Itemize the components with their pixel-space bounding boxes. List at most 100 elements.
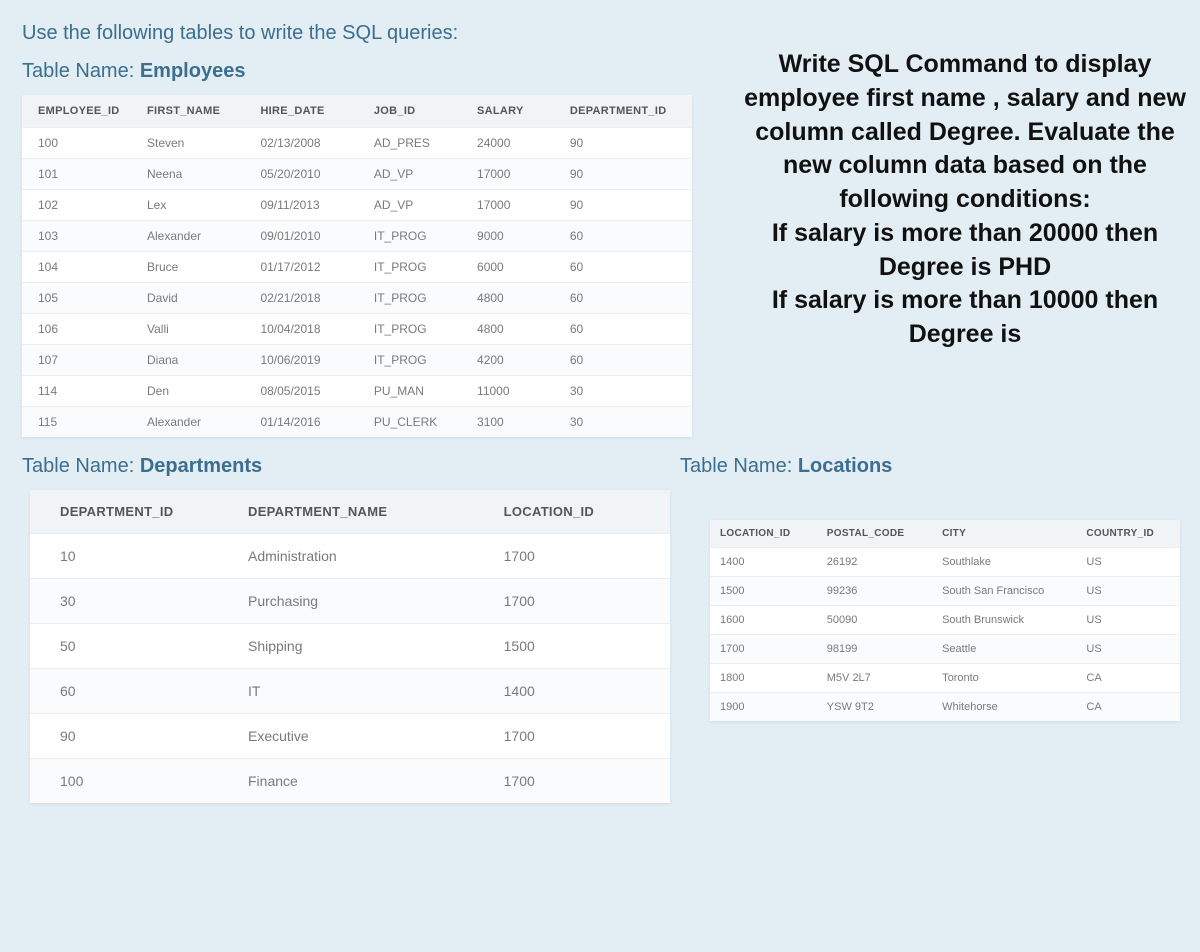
cell: Toronto xyxy=(932,664,1076,693)
table-row: 160050090South BrunswickUS xyxy=(710,606,1180,635)
cell: South Brunswick xyxy=(932,606,1076,635)
cell: 60 xyxy=(30,669,230,714)
cell: US xyxy=(1076,635,1180,664)
cell: 114 xyxy=(22,376,135,407)
table-row: 104Bruce01/17/2012IT_PROG600060 xyxy=(22,252,692,283)
cell: 100 xyxy=(30,759,230,804)
table-row: 60IT1400 xyxy=(30,669,670,714)
cell: 4800 xyxy=(465,283,558,314)
label-departments: Table Name: Departments xyxy=(22,455,262,478)
cell: IT_PROG xyxy=(362,221,465,252)
col-header: DEPARTMENT_ID xyxy=(558,95,692,128)
col-header: CITY xyxy=(932,520,1076,548)
label-locations: Table Name: Locations xyxy=(680,455,892,478)
col-header: LOCATION_ID xyxy=(710,520,817,548)
table-row: 1900YSW 9T2WhitehorseCA xyxy=(710,693,1180,722)
cell: 1600 xyxy=(710,606,817,635)
cell: 50090 xyxy=(817,606,932,635)
table-row: 105David02/21/2018IT_PROG480060 xyxy=(22,283,692,314)
cell: AD_PRES xyxy=(362,128,465,159)
cell: 9000 xyxy=(465,221,558,252)
cell: 11000 xyxy=(465,376,558,407)
cell: 90 xyxy=(558,159,692,190)
cell: 05/20/2010 xyxy=(248,159,361,190)
label-prefix: Table Name: xyxy=(22,60,140,82)
cell: 50 xyxy=(30,624,230,669)
cell: 6000 xyxy=(465,252,558,283)
cell: 3100 xyxy=(465,407,558,438)
cell: 1500 xyxy=(486,624,670,669)
cell: PU_CLERK xyxy=(362,407,465,438)
table-row: 150099236South San FranciscoUS xyxy=(710,577,1180,606)
cell: 100 xyxy=(22,128,135,159)
cell: IT_PROG xyxy=(362,283,465,314)
cell: Bruce xyxy=(135,252,248,283)
cell: 60 xyxy=(558,283,692,314)
cell: CA xyxy=(1076,693,1180,722)
cell: 10/06/2019 xyxy=(248,345,361,376)
col-header: POSTAL_CODE xyxy=(817,520,932,548)
cell: AD_VP xyxy=(362,159,465,190)
cell: 1400 xyxy=(710,548,817,577)
table-row: 101Neena05/20/2010AD_VP1700090 xyxy=(22,159,692,190)
cell: 4200 xyxy=(465,345,558,376)
cell: M5V 2L7 xyxy=(817,664,932,693)
cell: Valli xyxy=(135,314,248,345)
cell: IT xyxy=(230,669,486,714)
cell: Whitehorse xyxy=(932,693,1076,722)
table-row: 10Administration1700 xyxy=(30,534,670,579)
question-text: Write SQL Command to display employee fi… xyxy=(740,48,1190,352)
intro-text: Use the following tables to write the SQ… xyxy=(22,22,458,45)
cell: US xyxy=(1076,548,1180,577)
cell: 1800 xyxy=(710,664,817,693)
cell: US xyxy=(1076,606,1180,635)
cell: 106 xyxy=(22,314,135,345)
cell: 60 xyxy=(558,345,692,376)
cell: YSW 9T2 xyxy=(817,693,932,722)
cell: 10 xyxy=(30,534,230,579)
cell: Neena xyxy=(135,159,248,190)
col-header: SALARY xyxy=(465,95,558,128)
col-header: EMPLOYEE_ID xyxy=(22,95,135,128)
col-header: FIRST_NAME xyxy=(135,95,248,128)
cell: 115 xyxy=(22,407,135,438)
col-header: DEPARTMENT_NAME xyxy=(230,490,486,534)
cell: 98199 xyxy=(817,635,932,664)
cell: 99236 xyxy=(817,577,932,606)
cell: 103 xyxy=(22,221,135,252)
cell: 60 xyxy=(558,252,692,283)
cell: David xyxy=(135,283,248,314)
label-prefix: Table Name: xyxy=(22,455,140,477)
table-row: 1800M5V 2L7TorontoCA xyxy=(710,664,1180,693)
cell: CA xyxy=(1076,664,1180,693)
cell: IT_PROG xyxy=(362,345,465,376)
cell: 10/04/2018 xyxy=(248,314,361,345)
cell: 1400 xyxy=(486,669,670,714)
cell: 09/01/2010 xyxy=(248,221,361,252)
cell: 30 xyxy=(558,376,692,407)
table-row: 102Lex09/11/2013AD_VP1700090 xyxy=(22,190,692,221)
cell: Southlake xyxy=(932,548,1076,577)
label-name: Departments xyxy=(140,455,262,477)
table-row: 50Shipping1500 xyxy=(30,624,670,669)
table-departments: DEPARTMENT_ID DEPARTMENT_NAME LOCATION_I… xyxy=(30,490,670,803)
cell: 02/13/2008 xyxy=(248,128,361,159)
table-row: 107Diana10/06/2019IT_PROG420060 xyxy=(22,345,692,376)
cell: 1700 xyxy=(486,534,670,579)
table-row: 90Executive1700 xyxy=(30,714,670,759)
cell: Steven xyxy=(135,128,248,159)
table-row: 106Valli10/04/2018IT_PROG480060 xyxy=(22,314,692,345)
cell: 26192 xyxy=(817,548,932,577)
cell: 30 xyxy=(558,407,692,438)
cell: AD_VP xyxy=(362,190,465,221)
cell: 17000 xyxy=(465,159,558,190)
cell: IT_PROG xyxy=(362,252,465,283)
cell: 30 xyxy=(30,579,230,624)
table-row: 100Steven02/13/2008AD_PRES2400090 xyxy=(22,128,692,159)
cell: Alexander xyxy=(135,221,248,252)
cell: US xyxy=(1076,577,1180,606)
table-row: 170098199SeattleUS xyxy=(710,635,1180,664)
cell: 104 xyxy=(22,252,135,283)
cell: 02/21/2018 xyxy=(248,283,361,314)
table-row: 140026192SouthlakeUS xyxy=(710,548,1180,577)
